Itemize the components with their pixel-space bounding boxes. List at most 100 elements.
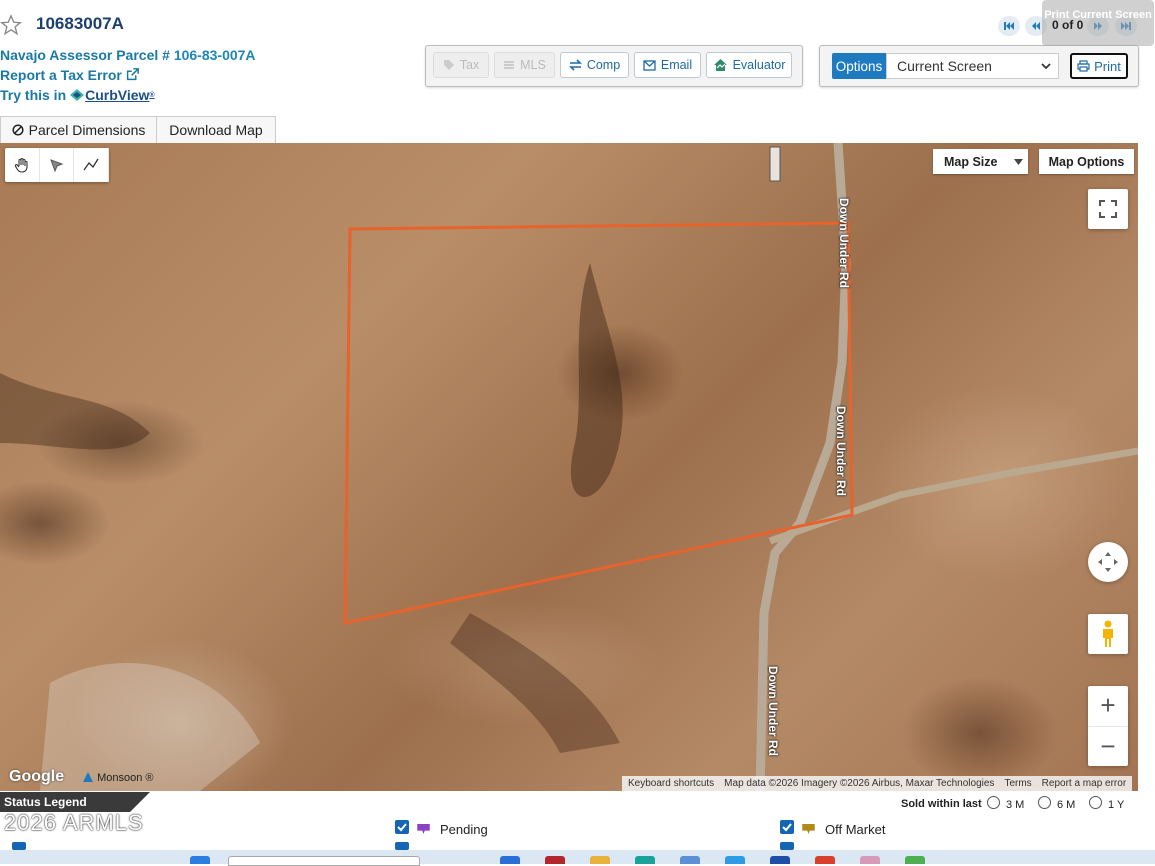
hand-icon	[14, 157, 28, 173]
mls-button[interactable]: MLS	[494, 52, 555, 78]
move-arrows-icon	[1098, 552, 1118, 572]
map-size-label: Map Size	[944, 154, 998, 169]
curbview-logo-icon	[70, 89, 85, 101]
pending-swatch	[417, 824, 430, 834]
parcel-id-title: 10683007A	[36, 14, 124, 33]
options-label: Options	[832, 53, 886, 79]
road-label-down-under-rd-1: Down Under Rd	[837, 198, 851, 288]
keyboard-shortcuts-link[interactable]: Keyboard shortcuts	[628, 778, 714, 789]
report-tax-error-label: Report a Tax Error	[0, 67, 122, 83]
sold-6m-radio[interactable]	[1038, 796, 1051, 809]
taskbar-app-icon-2[interactable]	[545, 856, 565, 864]
assessor-parcel-line: Navajo Assessor Parcel # 106-83-007A	[0, 47, 256, 63]
evaluator-house-icon	[713, 59, 727, 71]
taskbar-app-icon-3[interactable]	[635, 856, 655, 864]
taskbar-chrome-icon[interactable]	[815, 856, 835, 864]
pegman-icon	[1103, 620, 1113, 647]
tab-download-map-label: Download Map	[169, 122, 263, 138]
taskbar-app-icon-1[interactable]	[500, 856, 520, 864]
monsoon-mark-icon	[83, 772, 93, 782]
print-scope-select[interactable]: Current Screen	[886, 53, 1059, 79]
off-market-label: Off Market	[825, 822, 886, 837]
first-page-icon	[1004, 22, 1014, 30]
active-checkbox[interactable]	[12, 842, 26, 850]
first-page-button[interactable]	[998, 16, 1020, 36]
pan-hand-tool[interactable]	[5, 148, 40, 182]
taskbar-app-icon-7[interactable]	[860, 856, 880, 864]
pending-label: Pending	[440, 822, 488, 837]
zoom-out-button[interactable]: −	[1088, 727, 1128, 767]
fullscreen-button[interactable]	[1088, 189, 1128, 229]
map-data-credit: Map data ©2026 Imagery ©2026 Airbus, Max…	[724, 778, 995, 789]
pending-checkbox[interactable]	[395, 820, 409, 834]
comp-label: Comp	[586, 58, 621, 72]
tag-icon	[443, 60, 454, 70]
tab-parcel-dimensions-label: Parcel Dimensions	[28, 122, 146, 138]
taskbar-app-icon-5[interactable]	[725, 856, 745, 864]
taskbar-folder-icon[interactable]	[590, 856, 610, 864]
taskbar-app-icon-8[interactable]	[905, 856, 925, 864]
exchange-icon	[568, 59, 582, 71]
sold-3m-label: 3 M	[1006, 799, 1025, 811]
expired-checkbox[interactable]	[780, 842, 794, 850]
road-label-down-under-rd-3: Down Under Rd	[766, 666, 780, 756]
map-draw-tools	[5, 148, 110, 182]
off-market-swatch	[802, 824, 815, 834]
status-legend-title: Status Legend	[4, 795, 87, 809]
taskbar-app-icon-6[interactable]	[770, 856, 790, 864]
action-toolbar: Tax MLS Comp Email Evaluator	[425, 45, 803, 87]
email-button[interactable]: Email	[634, 52, 701, 78]
assessor-parcel-link[interactable]: 106-83-007A	[174, 47, 256, 63]
sold-3m-radio[interactable]	[987, 796, 1000, 809]
off-market-checkbox[interactable]	[780, 820, 794, 834]
zoom-in-button[interactable]: +	[1088, 686, 1128, 727]
satellite-map[interactable]: Down Under Rd Down Under Rd Down Under R…	[0, 143, 1138, 791]
sold-within-label: Sold within last	[901, 798, 982, 810]
taskbar-app-icon-4[interactable]	[680, 856, 700, 864]
email-label: Email	[660, 58, 693, 72]
map-options-button[interactable]: Map Options	[1039, 149, 1134, 174]
street-view-pegman[interactable]	[1088, 614, 1128, 654]
pager-count: 0 of 0	[1052, 18, 1084, 32]
draw-shape-tool[interactable]	[40, 148, 75, 182]
tab-download-map[interactable]: Download Map	[156, 116, 276, 143]
printer-icon	[1077, 60, 1090, 72]
curbview-link[interactable]: CurbView ®	[69, 87, 155, 103]
os-taskbar	[0, 850, 1155, 864]
envelope-icon	[643, 59, 656, 71]
caret-down-icon	[1014, 159, 1023, 165]
evaluator-button[interactable]: Evaluator	[706, 52, 792, 78]
favorite-star-icon[interactable]	[0, 12, 22, 38]
terms-link[interactable]: Terms	[1004, 778, 1031, 789]
draw-line-tool[interactable]	[74, 148, 110, 182]
monsoon-logo: Monsoon ®	[82, 771, 154, 784]
sold-1y-radio[interactable]	[1089, 796, 1102, 809]
camera-control-button[interactable]	[1088, 542, 1128, 582]
tax-button[interactable]: Tax	[433, 52, 489, 78]
previous-page-icon	[1032, 22, 1040, 30]
list-icon	[504, 61, 515, 69]
tax-label: Tax	[459, 58, 480, 72]
report-tax-error-link[interactable]: Report a Tax Error	[0, 67, 139, 83]
windows-start-icon[interactable]	[190, 856, 210, 864]
comp-button[interactable]: Comp	[560, 52, 629, 78]
report-map-error-link[interactable]: Report a map error	[1042, 778, 1126, 789]
print-scope-value: Current Screen	[897, 58, 992, 74]
map-size-dropdown[interactable]: Map Size	[933, 149, 1028, 174]
ban-icon	[12, 124, 24, 136]
tab-parcel-dimensions[interactable]: Parcel Dimensions	[0, 116, 157, 143]
fullscreen-icon	[1099, 200, 1117, 218]
cancelled-checkbox[interactable]	[395, 842, 409, 850]
evaluator-label: Evaluator	[732, 58, 786, 72]
print-button[interactable]: Print	[1070, 53, 1128, 79]
curbview-label: CurbView	[85, 87, 150, 103]
zoom-controls: + −	[1088, 686, 1128, 766]
taskbar-search-box[interactable]	[228, 856, 420, 866]
map-terrain	[0, 143, 1138, 791]
line-draw-icon	[83, 158, 99, 171]
armls-watermark: 2026 ARMLS	[4, 810, 144, 835]
google-logo: Google	[9, 768, 65, 785]
sold-1y-label: 1 Y	[1108, 799, 1125, 811]
checkmark-icon	[782, 823, 792, 832]
polygon-draw-icon	[49, 159, 63, 173]
